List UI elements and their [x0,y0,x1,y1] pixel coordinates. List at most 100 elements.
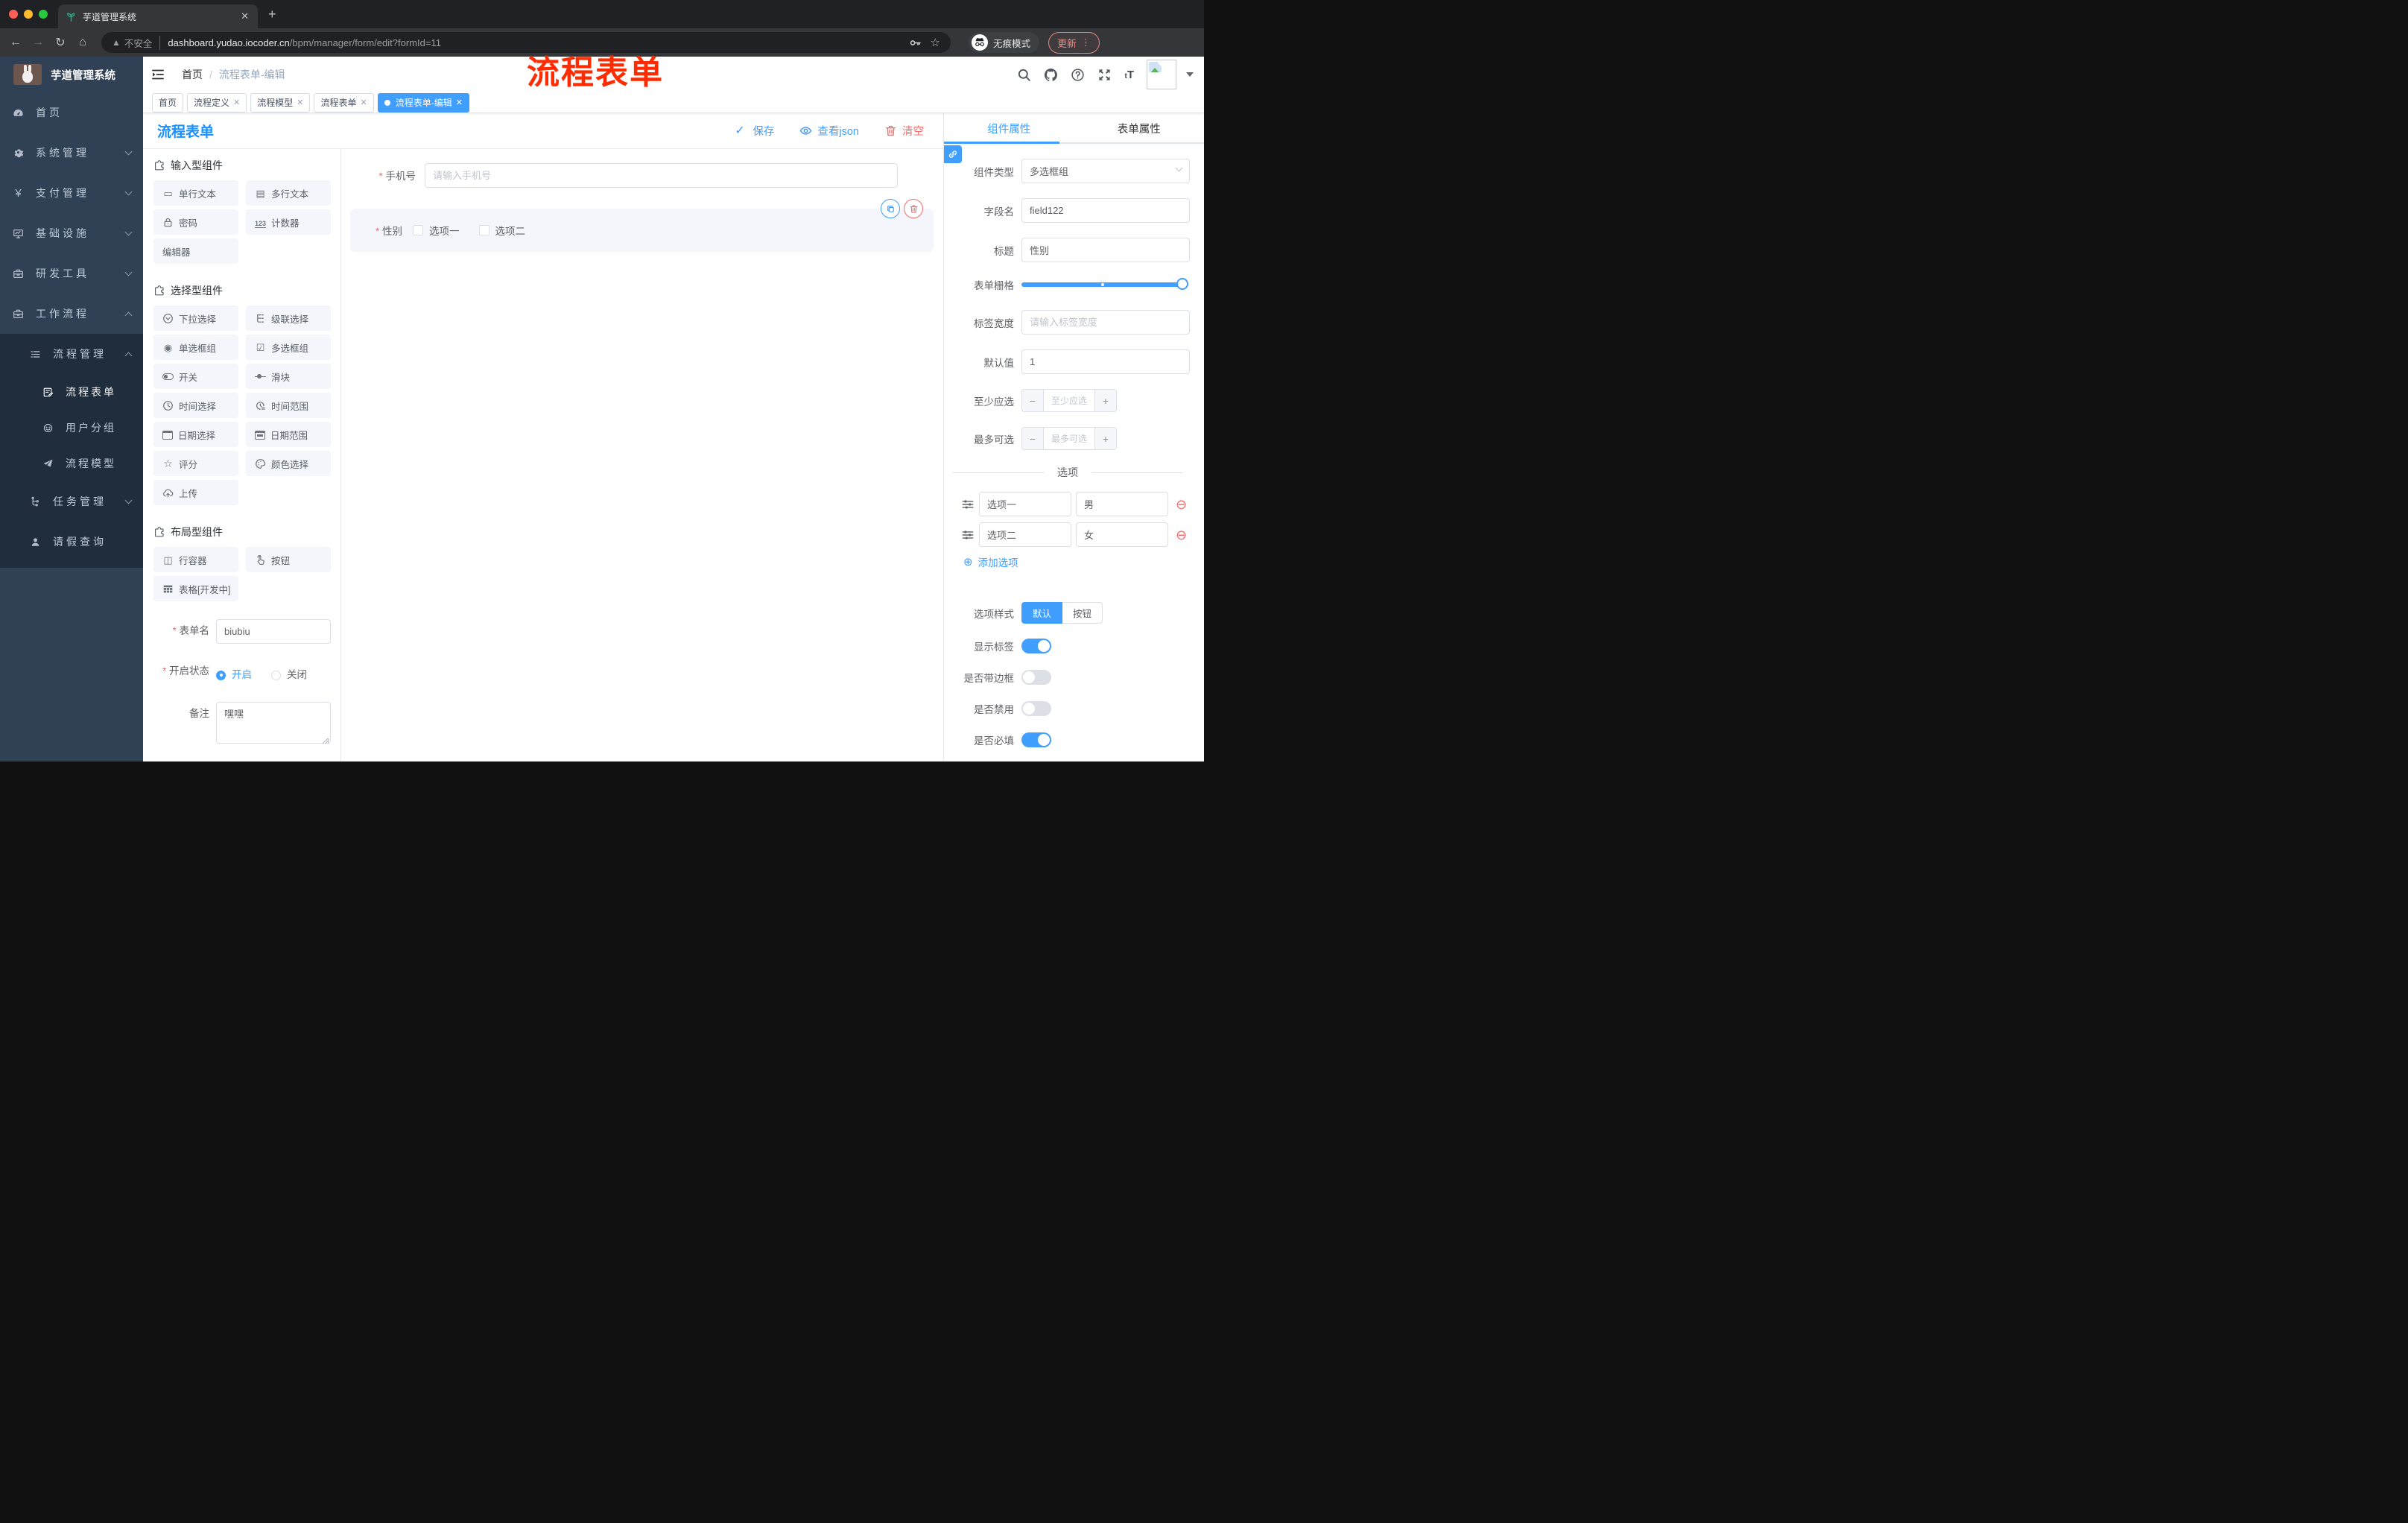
palette-item-slider[interactable]: 滑块 [246,364,331,389]
logo[interactable]: 芋道管理系统 [0,57,143,92]
remove-option-icon[interactable]: ⊖ [1176,498,1187,511]
tag-process-model[interactable]: 流程模型 ✕ [250,92,311,113]
browser-tab[interactable]: 芋道管理系统 ✕ [58,4,258,28]
clear-button[interactable]: 清空 [884,123,924,139]
delete-component-button[interactable] [904,199,923,218]
palette-item-time-range[interactable]: 时间范围 [246,393,331,418]
radio-on-label[interactable]: 开启 [232,668,252,683]
option-1-value-input[interactable] [1076,492,1168,516]
gender-option-2-label[interactable]: 选项二 [495,223,526,238]
palette-item-password[interactable]: 密码 [153,209,238,235]
palette-item-table[interactable]: 表格[开发中] [153,576,238,601]
palette-item-cascader[interactable]: 级联选择 [246,305,331,331]
title-input[interactable] [1021,238,1190,262]
form-grid-slider[interactable] [1021,278,1188,290]
required-toggle[interactable] [1021,732,1051,747]
tab-close-icon[interactable]: ✕ [239,10,250,22]
tag-close-icon[interactable]: ✕ [297,98,303,107]
component-type-value[interactable] [1021,159,1190,183]
palette-item-rate[interactable]: ☆ 评分 [153,451,238,476]
min-select-input[interactable] [1044,390,1094,411]
palette-item-editor[interactable]: 编辑器 [153,238,238,264]
palette-item-button[interactable]: 按钮 [246,547,331,572]
tag-close-icon[interactable]: ✕ [361,98,367,107]
home-button[interactable]: ⌂ [72,36,94,49]
window-minimize-button[interactable] [24,10,33,19]
hamburger-icon[interactable] [150,67,165,82]
show-label-toggle[interactable] [1021,639,1051,653]
form-canvas[interactable]: 手机号 性别 选项一 [341,149,943,762]
palette-item-row-container[interactable]: ◫ 行容器 [153,547,238,572]
field-name-input[interactable] [1021,198,1190,223]
option-2-value-input[interactable] [1076,522,1168,547]
breadcrumb-home[interactable]: 首页 [182,67,203,82]
forward-button[interactable]: → [27,36,49,49]
sidebar-item-system[interactable]: 系统管理 [0,133,143,173]
sidebar-item-task-manage[interactable]: 任务管理 [0,481,143,522]
drag-handle-icon[interactable] [961,498,975,511]
canvas-selected-component[interactable]: 性别 选项一 选项二 [350,199,934,252]
palette-item-checkbox-group[interactable]: ☑ 多选框组 [246,335,331,360]
tag-close-icon[interactable]: ✕ [233,98,240,107]
view-json-button[interactable]: 查看json [799,123,859,139]
sidebar-item-process-manage[interactable]: 流程管理 [0,334,143,374]
drag-handle-icon[interactable] [961,528,975,542]
palette-item-radio-group[interactable]: ◉ 单选框组 [153,335,238,360]
palette-item-select[interactable]: 下拉选择 [153,305,238,331]
stepper-plus-button[interactable]: + [1094,428,1116,449]
disabled-toggle[interactable] [1021,701,1051,716]
option-1-name-input[interactable] [979,492,1071,516]
back-button[interactable]: ← [4,36,27,49]
style-button-button[interactable]: 按钮 [1062,602,1103,624]
stepper-minus-button[interactable]: − [1022,428,1044,449]
palette-item-single-line-text[interactable]: ▭ 单行文本 [153,180,238,206]
phone-input[interactable] [425,162,898,188]
reload-button[interactable]: ↻ [49,35,72,50]
window-zoom-button[interactable] [39,10,48,19]
gender-checkbox-1[interactable] [413,225,424,235]
search-icon[interactable] [1017,68,1031,82]
sidebar-item-workflow[interactable]: 工作流程 [0,294,143,334]
tag-process-form[interactable]: 流程表单 ✕ [314,92,374,113]
palette-item-date-picker[interactable]: 日期选择 [153,422,238,447]
stepper-plus-button[interactable]: + [1094,390,1116,411]
palette-item-color-picker[interactable]: 颜色选择 [246,451,331,476]
sidebar-item-process-model[interactable]: 流程模型 [0,446,143,481]
form-name-input[interactable] [216,619,331,644]
palette-item-upload[interactable]: 上传 [153,480,238,505]
add-option-button[interactable]: ⊕ 添加选项 [963,554,1190,569]
tag-process-definition[interactable]: 流程定义 ✕ [187,92,247,113]
tab-component-props[interactable]: 组件属性 [944,113,1074,144]
palette-item-switch[interactable]: 开关 [153,364,238,389]
sidebar-item-devtools[interactable]: 研发工具 [0,253,143,294]
canvas-phone-field[interactable]: 手机号 [350,162,934,188]
new-tab-button[interactable]: + [268,7,276,22]
help-icon[interactable] [1071,68,1085,82]
radio-on[interactable] [216,670,226,680]
style-default-button[interactable]: 默认 [1021,602,1063,624]
tag-close-icon[interactable]: ✕ [456,98,463,107]
gender-checkbox-2[interactable] [478,225,489,235]
form-remark-textarea[interactable]: 嘿嘿 [216,702,331,744]
radio-off-label[interactable]: 关闭 [287,668,307,683]
update-button[interactable]: 更新 ⋮ [1048,31,1100,54]
security-label[interactable]: 不安全 [124,35,161,50]
gender-option-1-label[interactable]: 选项一 [429,223,460,238]
sidebar-item-home[interactable]: 首页 [0,92,143,133]
password-key-icon[interactable] [909,37,922,49]
label-width-input[interactable] [1021,310,1190,335]
address-bar[interactable]: ▲ 不安全 dashboard.yudao.iocoder.cn/bpm/man… [101,32,951,53]
default-value-input[interactable] [1021,349,1190,374]
avatar[interactable] [1147,60,1176,89]
palette-item-time-picker[interactable]: 时间选择 [153,393,238,418]
sidebar-item-infrastructure[interactable]: 基础设施 [0,213,143,253]
tab-form-props[interactable]: 表单属性 [1074,113,1205,144]
font-size-icon[interactable]: tT [1124,69,1134,81]
component-type-select[interactable] [1021,159,1190,183]
fullscreen-icon[interactable] [1097,68,1112,82]
sidebar-item-process-form[interactable]: 流程表单 [0,374,143,410]
link-tag-button[interactable] [944,145,962,163]
palette-item-counter[interactable]: 计数器 [246,209,331,235]
github-icon[interactable] [1044,68,1058,82]
sidebar-item-payment[interactable]: ¥ 支付管理 [0,173,143,213]
